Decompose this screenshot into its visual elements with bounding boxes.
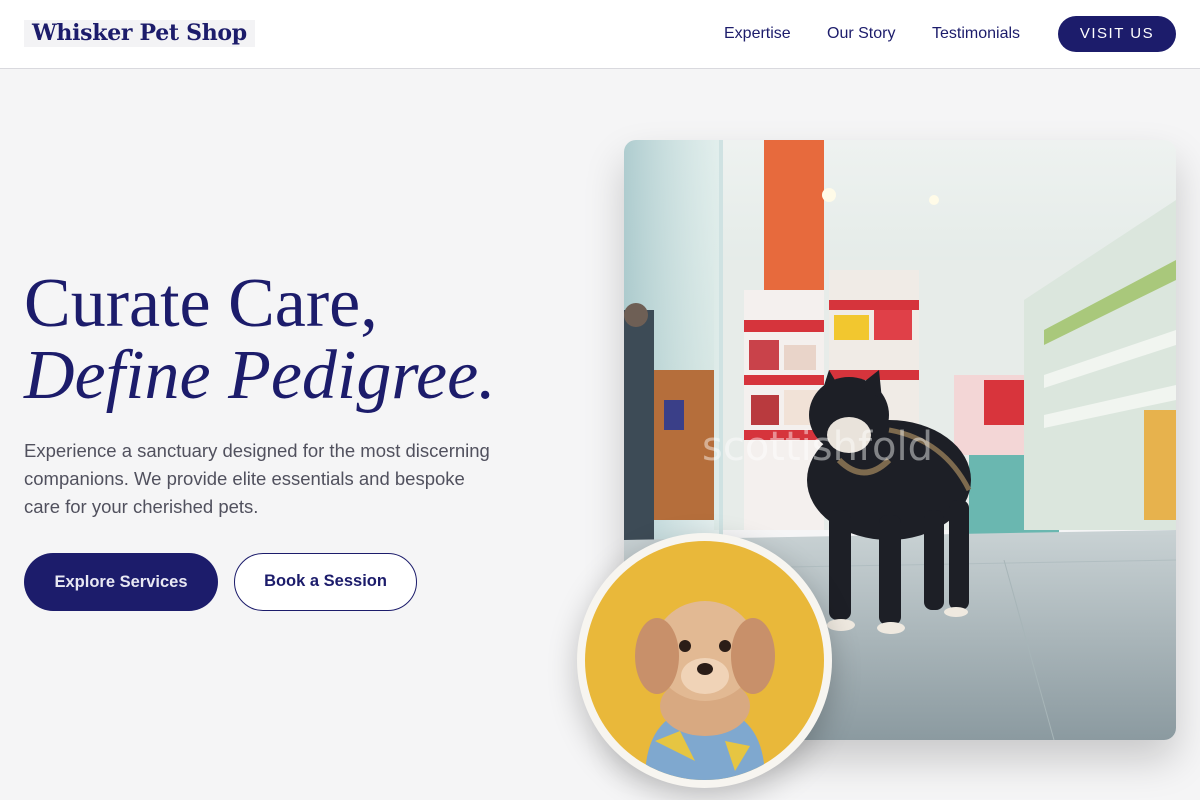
hero-title-line-2: Define Pedigree. (24, 337, 496, 414)
book-session-button[interactable]: Book a Session (234, 553, 417, 611)
circle-image-frame (577, 533, 832, 788)
nav-link-testimonials[interactable]: Testimonials (932, 24, 1020, 44)
nav-link-expertise[interactable]: Expertise (724, 24, 791, 44)
small-dog-portrait-image (585, 541, 824, 780)
site-header: Whisker Pet Shop Expertise Our Story Tes… (0, 0, 1200, 69)
small-dog-illustration (585, 541, 824, 780)
image-watermark: scottishfold (702, 424, 933, 470)
site-logo[interactable]: Whisker Pet Shop (24, 20, 255, 47)
visit-us-button[interactable]: VISIT US (1058, 16, 1176, 52)
explore-services-button[interactable]: Explore Services (24, 553, 218, 611)
hero-title-line-1: Curate Care, (24, 265, 378, 342)
nav-link-our-story[interactable]: Our Story (827, 24, 895, 44)
hero-title: Curate Care, Define Pedigree. (24, 268, 496, 412)
hero-description: Experience a sanctuary designed for the … (24, 440, 490, 517)
